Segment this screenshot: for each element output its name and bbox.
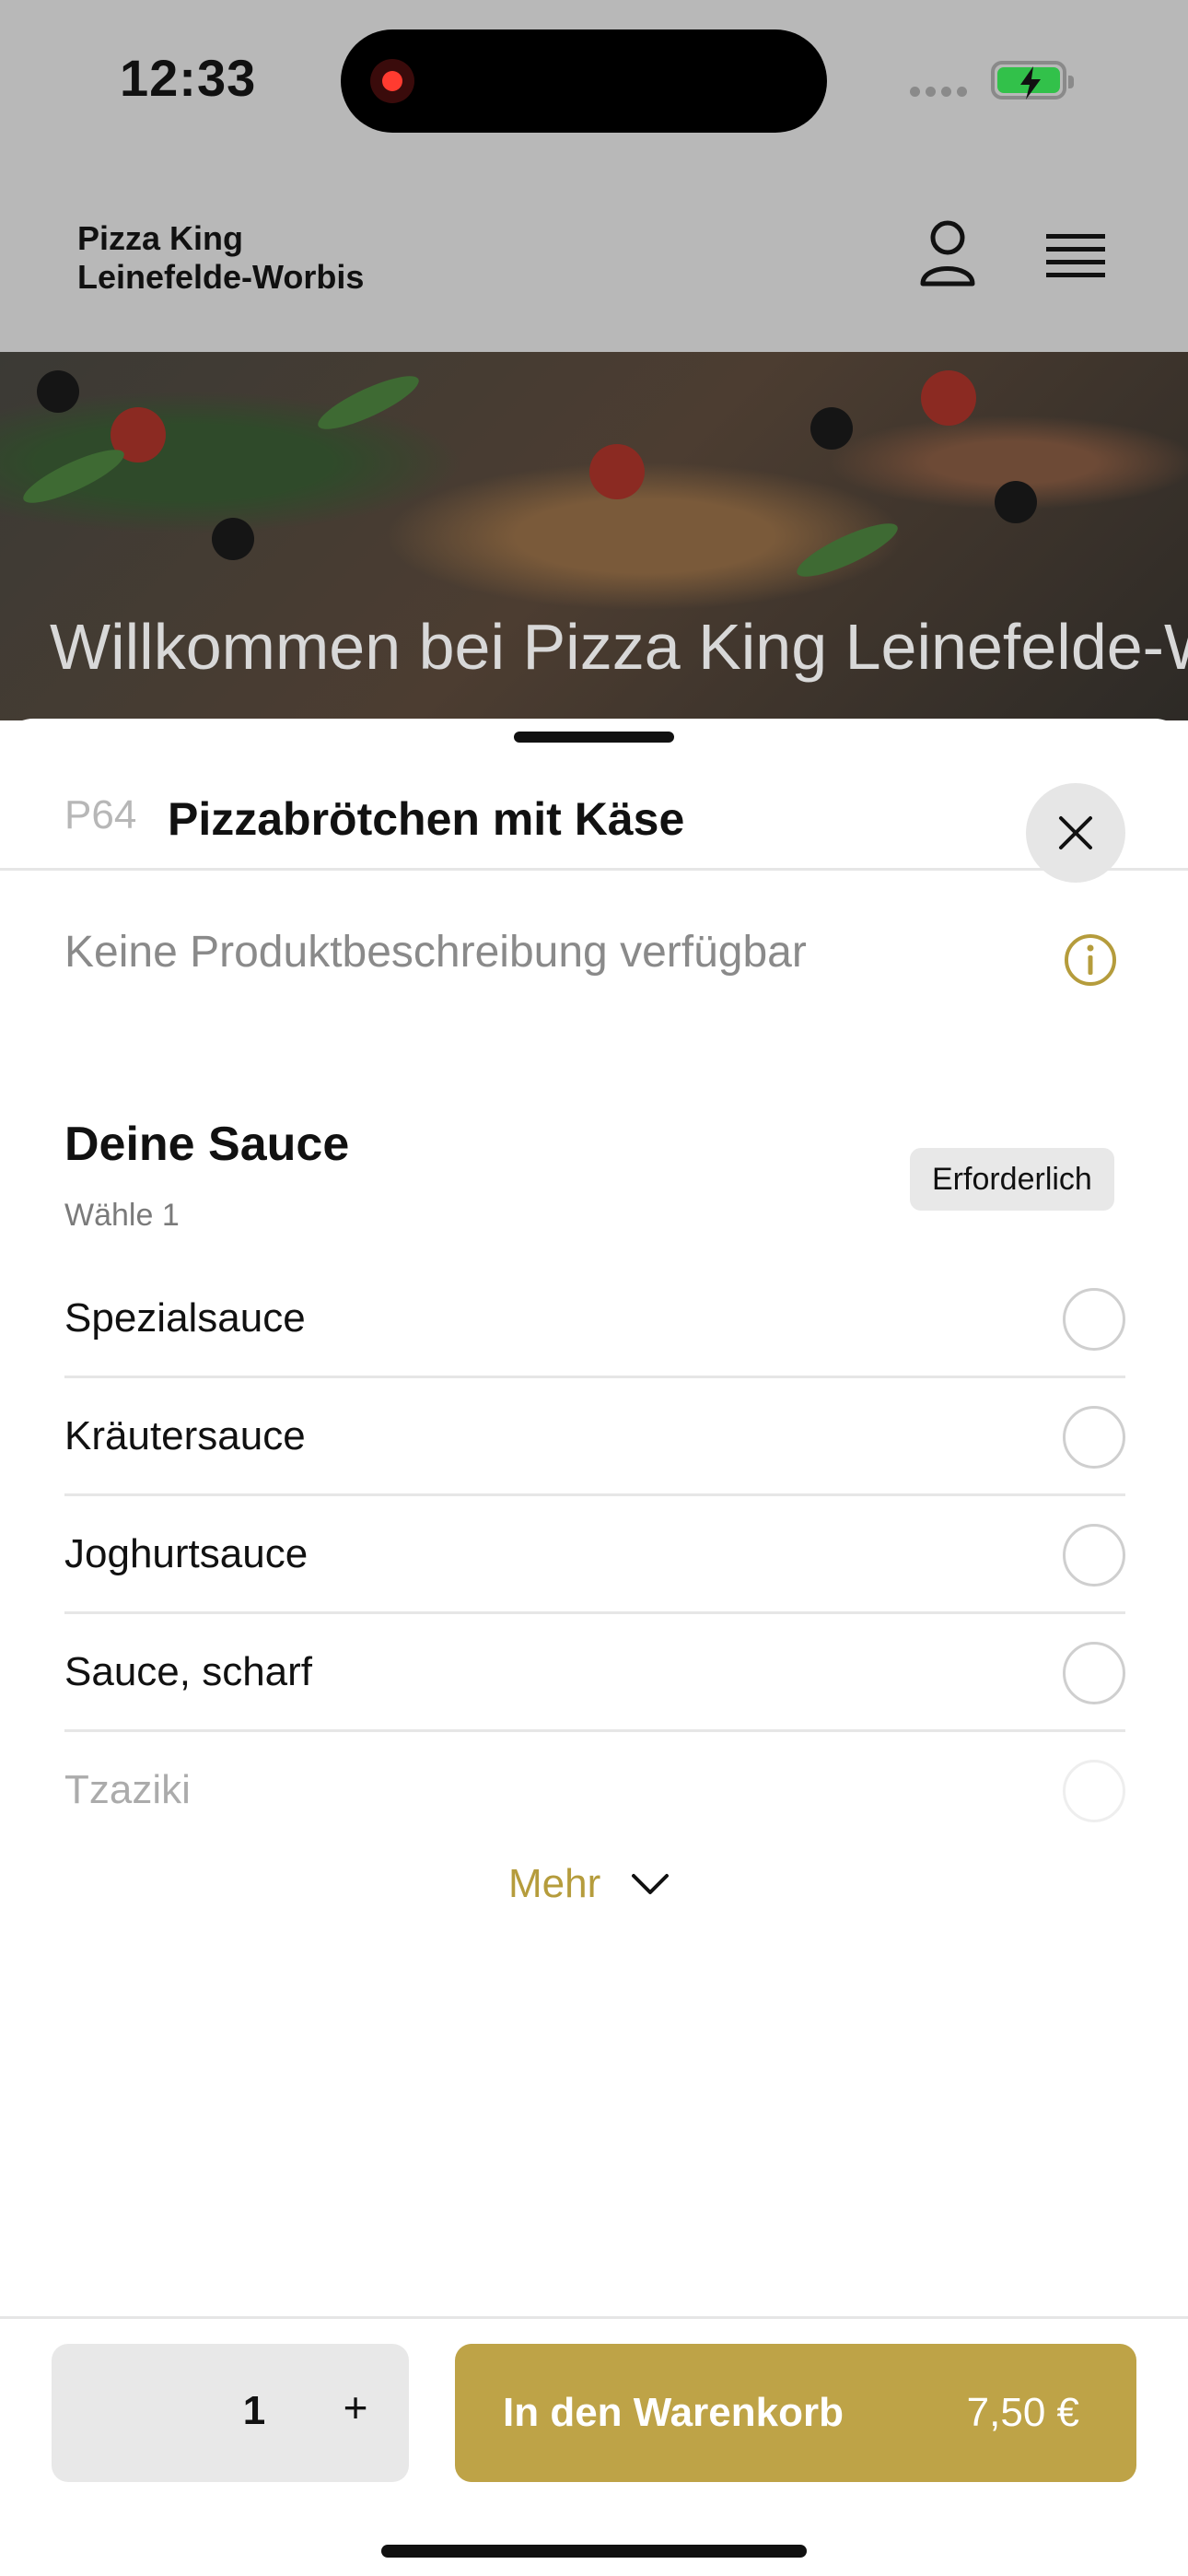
hero-image: Willkommen bei Pizza King Leinefelde-Wor… bbox=[0, 352, 1188, 720]
dynamic-island bbox=[341, 29, 827, 133]
recording-icon bbox=[370, 59, 414, 103]
sauce-option[interactable]: Sauce, scharf bbox=[64, 1614, 1125, 1732]
sauce-option[interactable]: Spezialsauce bbox=[64, 1260, 1125, 1378]
cart-label: In den Warenkorb bbox=[503, 2390, 844, 2435]
required-badge: Erforderlich bbox=[910, 1148, 1114, 1211]
footer-divider bbox=[0, 2316, 1188, 2319]
battery-icon bbox=[991, 61, 1074, 100]
more-label: Mehr bbox=[508, 1861, 601, 1906]
status-bar: 12:33 bbox=[0, 0, 1188, 175]
info-icon[interactable] bbox=[1063, 932, 1118, 992]
option-label: Sauce, scharf bbox=[64, 1649, 313, 1694]
product-sheet: P64 Pizzabrötchen mit Käse Keine Produkt… bbox=[0, 719, 1188, 2576]
sauce-option[interactable]: Tzaziki bbox=[64, 1732, 1125, 1850]
close-icon bbox=[1059, 816, 1092, 849]
user-icon[interactable] bbox=[919, 219, 976, 292]
option-label: Kräutersauce bbox=[64, 1413, 306, 1458]
menu-icon[interactable] bbox=[1046, 230, 1105, 290]
increment-button[interactable]: + bbox=[328, 2383, 383, 2432]
app-header: Pizza King Leinefelde-Worbis bbox=[0, 175, 1188, 353]
quantity-stepper: 1 + bbox=[52, 2344, 409, 2482]
option-label: Joghurtsauce bbox=[64, 1531, 309, 1576]
option-label: Tzaziki bbox=[64, 1767, 191, 1812]
shop-name[interactable]: Pizza King Leinefelde-Worbis bbox=[77, 219, 364, 297]
product-description: Keine Produktbeschreibung verfügbar bbox=[64, 928, 807, 977]
radio-button[interactable] bbox=[1063, 1642, 1125, 1704]
radio-button[interactable] bbox=[1063, 1760, 1125, 1822]
sauce-option[interactable]: Joghurtsauce bbox=[64, 1496, 1125, 1614]
product-code: P64 bbox=[64, 792, 137, 837]
status-time: 12:33 bbox=[120, 49, 257, 107]
close-button[interactable] bbox=[1026, 783, 1125, 883]
radio-button[interactable] bbox=[1063, 1288, 1125, 1351]
radio-button[interactable] bbox=[1063, 1524, 1125, 1587]
sheet-grabber[interactable] bbox=[514, 732, 674, 743]
sheet-header: P64 Pizzabrötchen mit Käse bbox=[0, 746, 1188, 883]
home-indicator[interactable] bbox=[381, 2545, 807, 2558]
add-to-cart-button[interactable]: In den Warenkorb 7,50 € bbox=[455, 2344, 1136, 2482]
sauce-option[interactable]: Kräutersauce bbox=[64, 1378, 1125, 1496]
option-label: Spezialsauce bbox=[64, 1295, 306, 1341]
cart-price: 7,50 € bbox=[966, 2390, 1079, 2435]
quantity-value: 1 bbox=[242, 2388, 266, 2433]
more-button[interactable]: Mehr bbox=[508, 1861, 669, 1907]
chevron-down-icon bbox=[632, 1874, 669, 1894]
radio-button[interactable] bbox=[1063, 1406, 1125, 1469]
section-title: Deine Sauce bbox=[64, 1118, 350, 1171]
sauce-options: Spezialsauce Kräutersauce Joghurtsauce S… bbox=[64, 1260, 1125, 1850]
signal-icon bbox=[910, 85, 974, 97]
section-subtitle: Wähle 1 bbox=[64, 1198, 180, 1233]
hero-title: Willkommen bei Pizza King Leinefelde-Wor… bbox=[50, 611, 1188, 683]
product-title: Pizzabrötchen mit Käse bbox=[168, 793, 685, 845]
